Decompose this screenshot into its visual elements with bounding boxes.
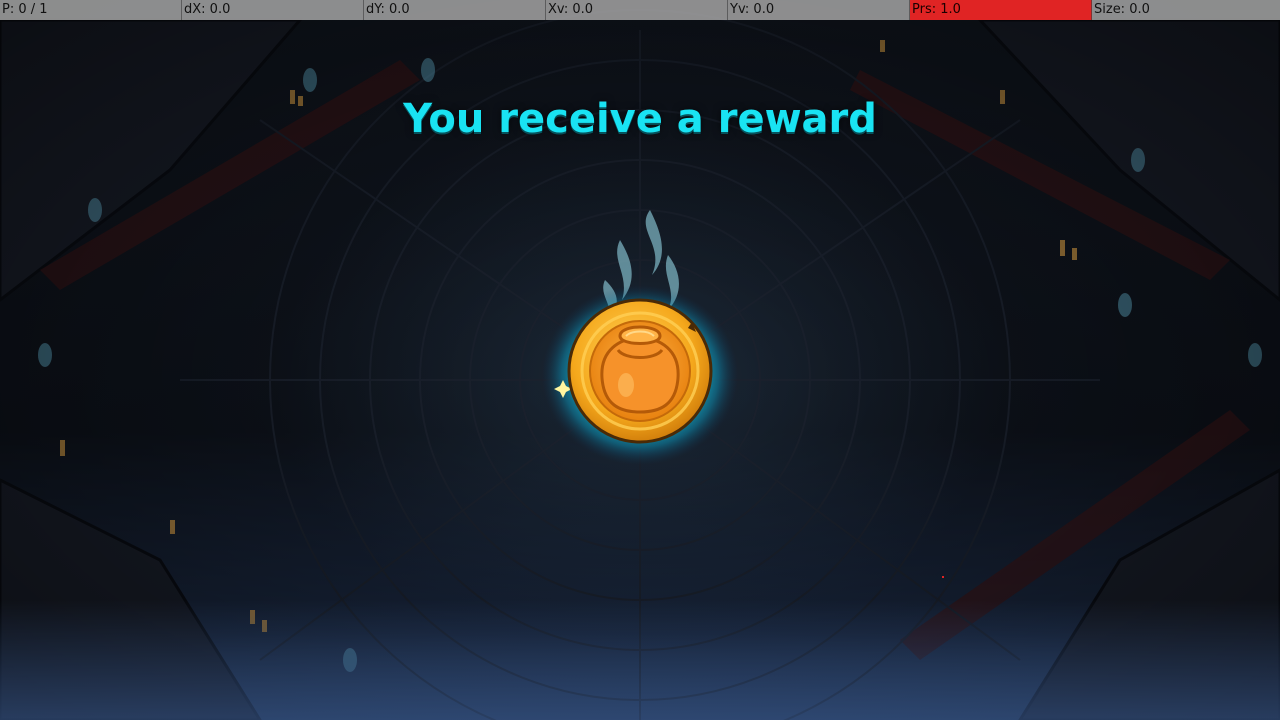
debug-velocity-x: Xv: 0.0 <box>546 0 728 20</box>
bottom-gradient <box>0 600 1280 720</box>
red-touch-dot <box>942 576 944 578</box>
debug-pointer-count: P: 0 / 1 <box>0 0 182 20</box>
debug-velocity-y: Yv: 0.0 <box>728 0 910 20</box>
debug-delta-x: dX: 0.0 <box>182 0 364 20</box>
debug-pressure: Prs: 1.0 <box>910 0 1092 20</box>
reward-item[interactable] <box>540 200 740 470</box>
debug-size: Size: 0.0 <box>1094 2 1150 17</box>
reward-title: You receive a reward <box>403 96 877 142</box>
gold-coin-sack-icon <box>567 298 713 444</box>
debug-delta-y: dY: 0.0 <box>364 0 546 20</box>
game-screen[interactable]: P: 0 / 1 dX: 0.0 dY: 0.0 Xv: 0.0 Yv: 0.0… <box>0 0 1280 720</box>
debug-overlay-bar: P: 0 / 1 dX: 0.0 dY: 0.0 Xv: 0.0 Yv: 0.0… <box>0 0 1280 20</box>
